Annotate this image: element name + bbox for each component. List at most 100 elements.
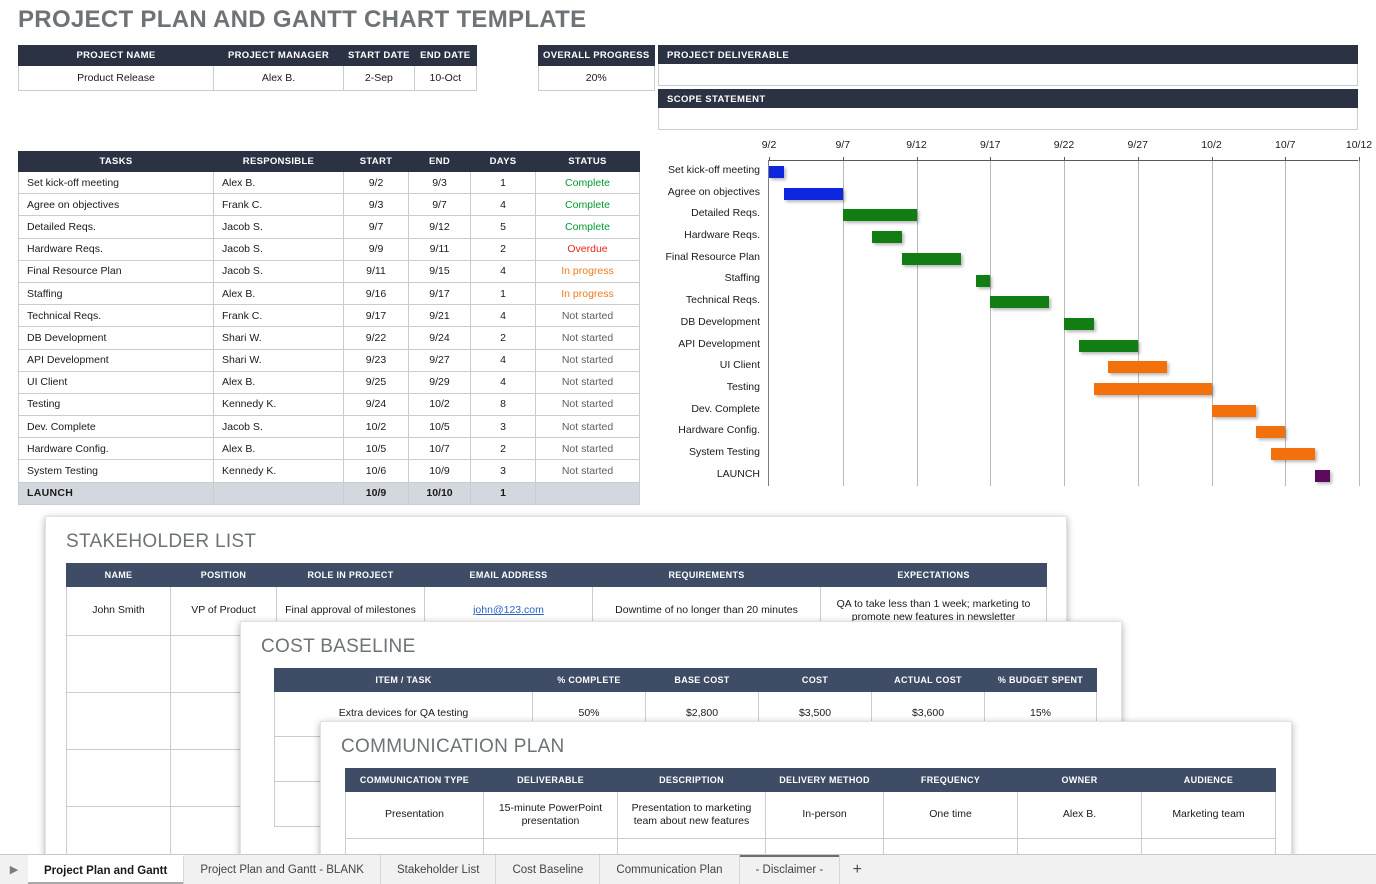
cell-start[interactable]: 9/16 [343, 281, 409, 306]
cell-responsible[interactable]: Shari W. [213, 348, 344, 372]
cell-deliverable[interactable]: 15-minute PowerPoint presentation [483, 791, 618, 839]
scope-statement-value[interactable] [658, 108, 1358, 130]
cell-task[interactable]: UI Client [18, 370, 214, 394]
cell-responsible[interactable]: Alex B. [213, 370, 344, 394]
cell-start[interactable]: 9/9 [343, 237, 409, 261]
sheet-tab-cost-baseline[interactable]: Cost Baseline [496, 855, 601, 884]
cell-responsible[interactable] [213, 481, 344, 505]
sheet-tab-project-plan-and-gantt-blank[interactable]: Project Plan and Gantt - BLANK [184, 855, 381, 884]
cell-responsible[interactable]: Kennedy K. [213, 459, 344, 483]
cell-end[interactable]: 9/21 [408, 304, 471, 328]
cell-owner[interactable]: Alex B. [1017, 791, 1142, 839]
cell-status[interactable]: Not started [535, 459, 640, 483]
gantt-bar[interactable] [1211, 404, 1256, 417]
cell-status[interactable]: Complete [535, 170, 640, 195]
cell-task[interactable]: Staffing [18, 281, 214, 306]
cell-end[interactable]: 10/2 [408, 392, 471, 417]
cell-responsible[interactable]: Alex B. [213, 437, 344, 461]
cell-start[interactable]: 10/9 [343, 481, 409, 505]
cell-task[interactable]: Final Resource Plan [18, 259, 214, 283]
cell-project-name[interactable]: Product Release [18, 65, 214, 91]
cell-overall-progress[interactable]: 20% [538, 65, 655, 91]
cell-status[interactable]: Not started [535, 304, 640, 328]
cell-task[interactable]: Detailed Reqs. [18, 215, 214, 239]
cell-end[interactable]: 9/17 [408, 281, 471, 306]
cell-start[interactable]: 9/7 [343, 215, 409, 239]
gantt-bar[interactable] [1108, 361, 1168, 374]
cell-end[interactable]: 9/12 [408, 215, 471, 239]
add-sheet-button[interactable]: + [840, 855, 874, 884]
cell-end[interactable]: 9/24 [408, 326, 471, 350]
gantt-bar[interactable] [1078, 339, 1138, 352]
cell-status[interactable]: In progress [535, 259, 640, 283]
cell-end[interactable]: 10/9 [408, 459, 471, 483]
cell-task[interactable]: LAUNCH [18, 481, 214, 505]
cell-responsible[interactable]: Jacob S. [213, 215, 344, 239]
cell-end[interactable]: 9/3 [408, 170, 471, 195]
sheet-tab-communication-plan[interactable]: Communication Plan [600, 855, 740, 884]
cell-status[interactable]: In progress [535, 281, 640, 306]
gantt-bar[interactable] [1314, 469, 1330, 482]
cell-task[interactable]: Testing [18, 392, 214, 417]
cell-status[interactable]: Complete [535, 215, 640, 239]
cell-status[interactable]: Overdue [535, 237, 640, 261]
gantt-bar[interactable] [1270, 448, 1315, 461]
cell-task[interactable]: Agree on objectives [18, 193, 214, 217]
cell-method[interactable]: In-person [765, 791, 884, 839]
cell-end[interactable]: 9/11 [408, 237, 471, 261]
gantt-bar[interactable] [1093, 383, 1212, 395]
gantt-bar[interactable] [990, 296, 1050, 309]
cell-start[interactable]: 10/5 [343, 437, 409, 461]
cell-end[interactable]: 9/27 [408, 348, 471, 372]
cell-project-manager[interactable]: Alex B. [213, 65, 344, 91]
cell-end[interactable]: 9/29 [408, 370, 471, 394]
cell-start-date[interactable]: 2-Sep [343, 65, 415, 91]
cell-start[interactable]: 9/24 [343, 392, 409, 417]
cell-responsible[interactable]: Jacob S. [213, 237, 344, 261]
sheet-tab-disclaimer[interactable]: - Disclaimer - [739, 855, 841, 884]
cell-audience[interactable]: Marketing team [1141, 791, 1276, 839]
cell-status[interactable]: Not started [535, 370, 640, 394]
cell-task[interactable]: Technical Reqs. [18, 304, 214, 328]
gantt-bar[interactable] [901, 252, 961, 265]
cell-responsible[interactable]: Frank C. [213, 304, 344, 328]
cell-task[interactable]: System Testing [18, 459, 214, 483]
cell-type[interactable]: Presentation [345, 791, 484, 839]
cell-status[interactable]: Not started [535, 326, 640, 350]
cell-start[interactable]: 9/25 [343, 370, 409, 394]
cell-status[interactable]: Not started [535, 348, 640, 372]
cell-name[interactable]: John Smith [66, 586, 171, 636]
cell-status[interactable]: Not started [535, 437, 640, 461]
cell-name[interactable] [66, 806, 171, 857]
sheet-tab-project-plan-and-gantt[interactable]: Project Plan and Gantt [28, 855, 185, 884]
cell-start[interactable]: 9/2 [343, 170, 409, 195]
cell-name[interactable] [66, 749, 171, 807]
cell-end[interactable]: 10/10 [408, 481, 471, 505]
cell-responsible[interactable]: Jacob S. [213, 259, 344, 283]
cell-start[interactable]: 9/11 [343, 259, 409, 283]
cell-status[interactable]: Complete [535, 193, 640, 217]
cell-responsible[interactable]: Alex B. [213, 281, 344, 306]
cell-end-date[interactable]: 10-Oct [413, 65, 477, 91]
cell-end[interactable]: 9/15 [408, 259, 471, 283]
cell-responsible[interactable]: Jacob S. [213, 415, 344, 439]
cell-start[interactable]: 9/3 [343, 193, 409, 217]
cell-start[interactable]: 9/17 [343, 304, 409, 328]
cell-status[interactable] [535, 481, 640, 505]
cell-end[interactable]: 10/7 [408, 437, 471, 461]
cell-status[interactable]: Not started [535, 392, 640, 417]
gantt-bar[interactable] [975, 274, 991, 287]
cell-task[interactable]: DB Development [18, 326, 214, 350]
cell-end[interactable]: 10/5 [408, 415, 471, 439]
sheet-tab-stakeholder-list[interactable]: Stakeholder List [380, 855, 497, 884]
cell-task[interactable]: Hardware Reqs. [18, 237, 214, 261]
project-deliverable-value[interactable] [658, 64, 1358, 86]
cell-start[interactable]: 10/2 [343, 415, 409, 439]
cell-name[interactable] [66, 692, 171, 750]
tab-scroll-right-icon[interactable]: ▶ [0, 855, 28, 884]
cell-start[interactable]: 10/6 [343, 459, 409, 483]
cell-task[interactable]: API Development [18, 348, 214, 372]
gantt-bar[interactable] [769, 166, 784, 178]
cell-responsible[interactable]: Alex B. [213, 170, 344, 195]
gantt-bar[interactable] [783, 187, 843, 200]
